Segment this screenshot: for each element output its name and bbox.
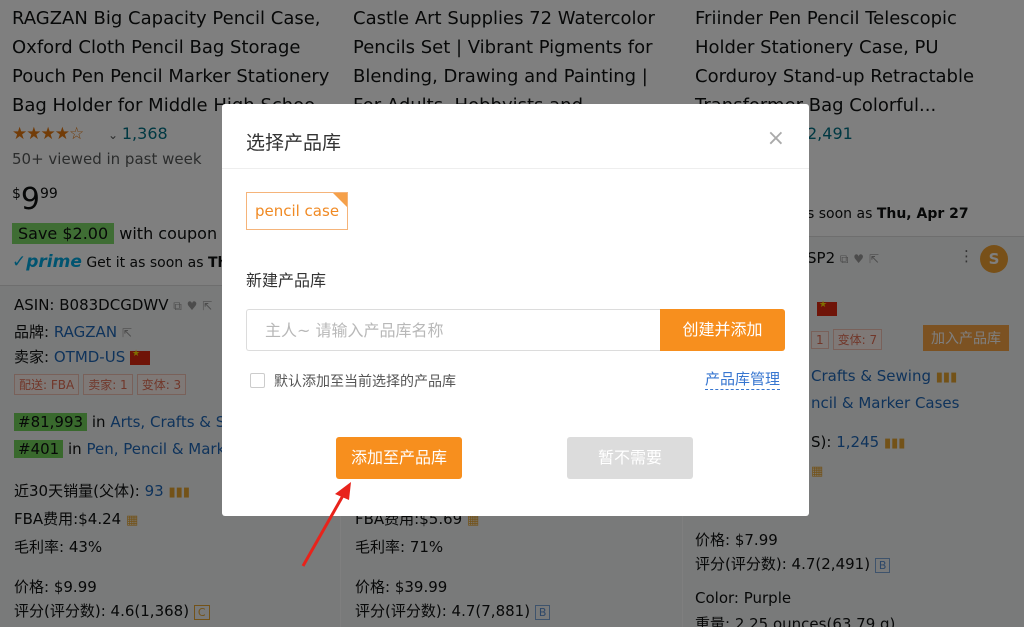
annotation-arrow-icon	[301, 482, 351, 567]
close-icon[interactable]: ×	[767, 126, 785, 151]
library-name-input[interactable]	[246, 309, 662, 351]
default-add-checkbox[interactable]	[250, 373, 265, 388]
default-add-label[interactable]: 默认添加至当前选择的产品库	[274, 371, 456, 391]
add-to-library-button[interactable]: 添加至产品库	[336, 437, 462, 479]
library-management-link[interactable]: 产品库管理	[705, 368, 781, 390]
divider	[222, 168, 809, 169]
dialog-title: 选择产品库	[246, 132, 342, 154]
new-library-label: 新建产品库	[246, 271, 327, 290]
not-now-button[interactable]: 暂不需要	[567, 437, 693, 479]
library-option-pencil-case[interactable]: pencil case	[246, 192, 348, 230]
create-and-add-button[interactable]: 创建并添加	[660, 309, 785, 351]
library-option-label: pencil case	[254, 202, 340, 220]
select-library-dialog: 选择产品库 × pencil case 新建产品库 创建并添加 默认添加至当前选…	[222, 104, 809, 516]
selected-corner-icon	[333, 193, 347, 207]
